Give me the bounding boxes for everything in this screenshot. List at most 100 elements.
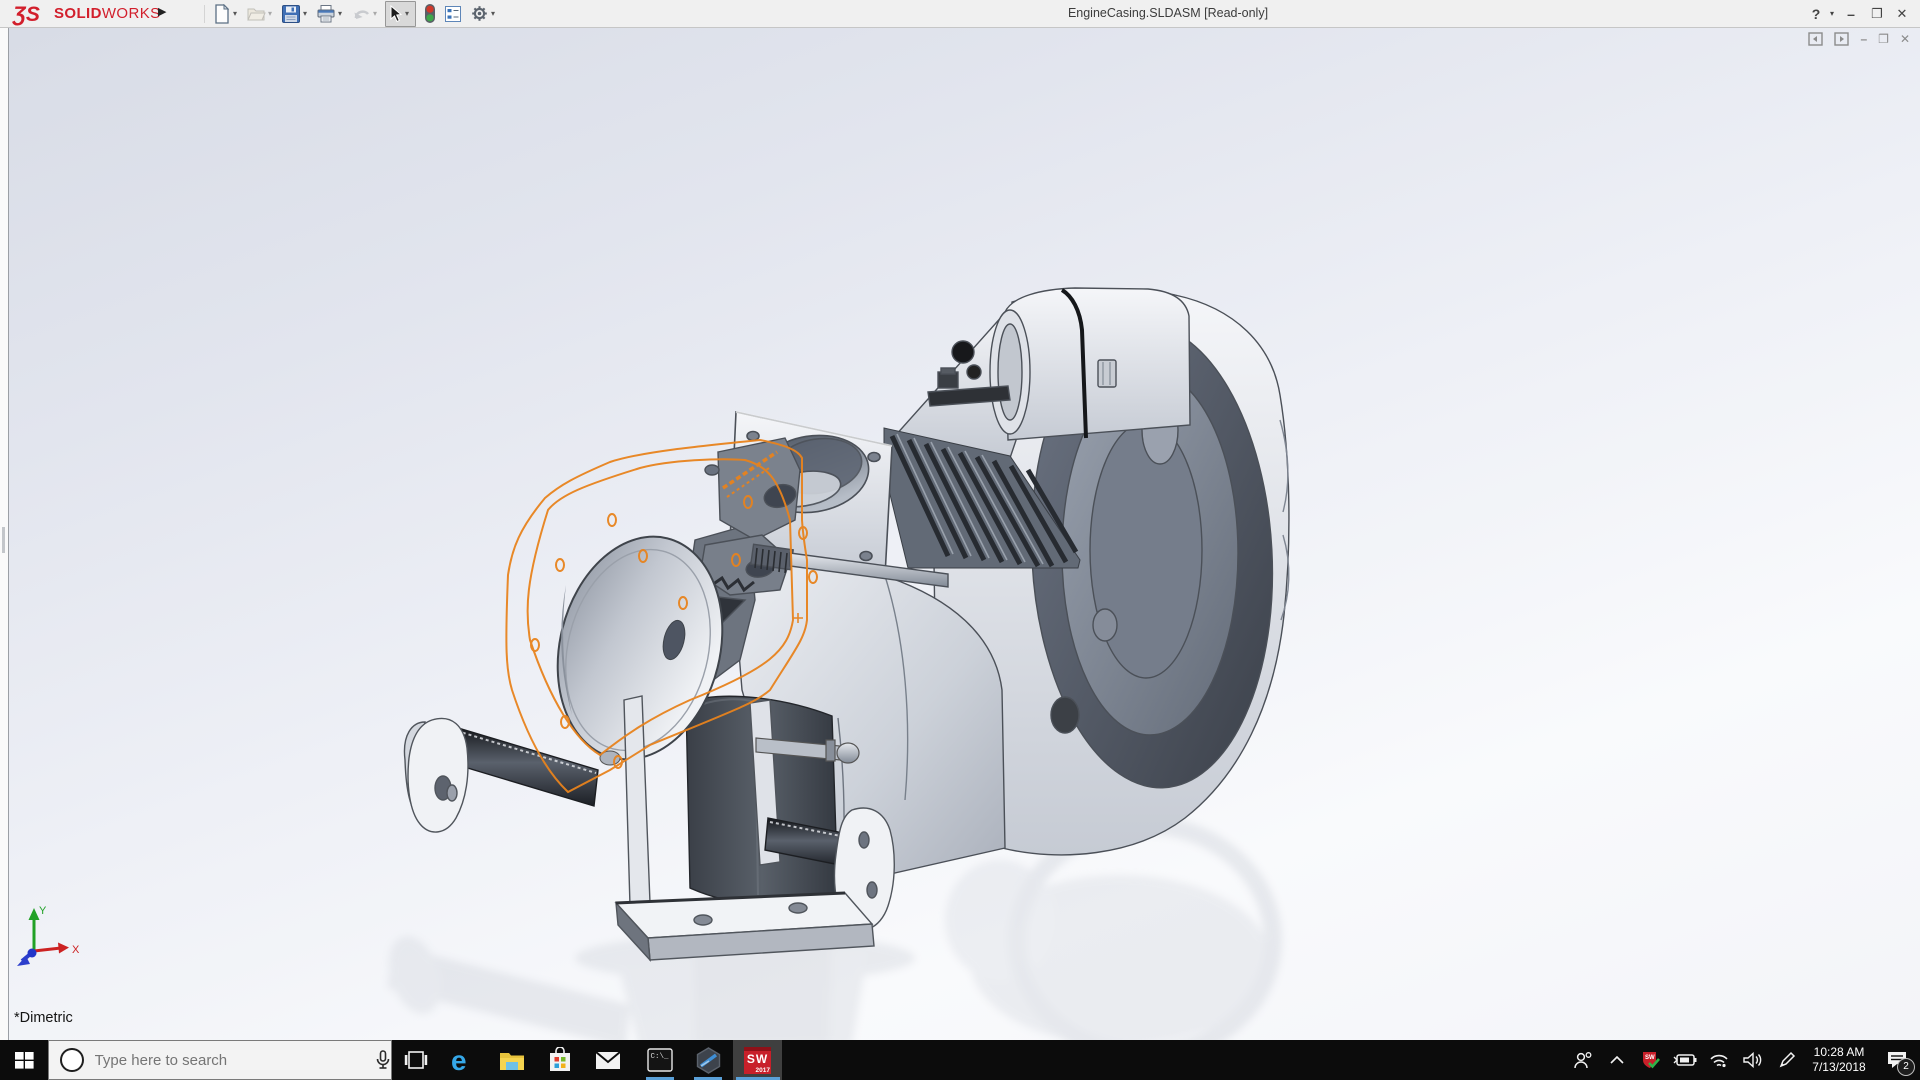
battery-plug-icon	[1673, 1053, 1697, 1067]
save-button[interactable]: ▾	[280, 2, 313, 26]
logo-text-works: WORKS	[102, 5, 161, 22]
taskbar-clock[interactable]: 10:28 AM 7/13/2018	[1806, 1045, 1872, 1075]
undo-dropdown[interactable]: ▾	[373, 9, 382, 18]
print-dropdown[interactable]: ▾	[338, 9, 347, 18]
open-dropdown[interactable]: ▾	[268, 9, 277, 18]
orientation-label: *Dimetric	[14, 1010, 73, 1026]
y-axis-label: Y	[39, 905, 47, 917]
svg-text:SW: SW	[1645, 1055, 1655, 1061]
document-title: EngineCasing.SLDASM [Read-only]	[1038, 6, 1298, 20]
doc-minimize-button[interactable]: –	[1860, 32, 1867, 46]
mail-icon	[595, 1051, 621, 1070]
window-controls: ? ▾ – ❐ ✕	[1806, 0, 1914, 27]
document-window-controls: – ❐ ✕	[1808, 32, 1910, 46]
right-pane-toggle-icon[interactable]	[1834, 32, 1849, 46]
file-explorer-icon	[499, 1050, 525, 1071]
select-dropdown[interactable]: ▾	[405, 9, 414, 18]
mail-button[interactable]	[584, 1040, 632, 1080]
new-document-button[interactable]: ▾	[212, 2, 243, 26]
solidworks-logo: ƷS SOLIDWORKS	[12, 1, 161, 26]
cortana-icon	[60, 1048, 84, 1072]
svg-text:e: e	[451, 1046, 467, 1074]
gear-icon	[470, 4, 489, 23]
pen-icon	[1778, 1051, 1796, 1069]
doc-close-button[interactable]: ✕	[1900, 32, 1910, 46]
undo-button[interactable]: ▾	[350, 2, 383, 26]
command-prompt-button[interactable]: C:\_	[636, 1040, 684, 1080]
wifi-icon	[1709, 1053, 1729, 1068]
options-button[interactable]: ▾	[469, 2, 501, 26]
svg-text:ƷS: ƷS	[12, 3, 40, 26]
undo-icon	[351, 5, 371, 23]
left-pane-toggle-icon[interactable]	[1808, 32, 1823, 46]
x-axis-arrow	[58, 943, 69, 954]
quick-access-toolbar: ▾ ▾ ▾	[198, 0, 502, 27]
file-explorer-button[interactable]	[488, 1040, 536, 1080]
store-icon	[548, 1047, 572, 1073]
help-button[interactable]: ?	[1806, 6, 1826, 22]
edge-icon: e	[450, 1046, 478, 1074]
power-button[interactable]	[1668, 1040, 1702, 1080]
open-button[interactable]: ▾	[245, 2, 278, 26]
help-dropdown[interactable]: ▾	[1826, 9, 1838, 18]
taskbar: e C:\_	[0, 1040, 1920, 1080]
hidden-icons-button[interactable]	[1600, 1040, 1634, 1080]
action-center-button[interactable]: 2	[1874, 1040, 1920, 1080]
taskbar-search[interactable]	[48, 1040, 392, 1080]
logo-text-solid: SOLID	[54, 5, 102, 22]
solidworks-logo-mark-icon: ƷS	[12, 2, 54, 26]
speaker-icon	[1743, 1052, 1763, 1068]
edge-button[interactable]: e	[440, 1040, 488, 1080]
volume-button[interactable]	[1736, 1040, 1770, 1080]
splitter-grip[interactable]	[2, 527, 5, 553]
new-document-icon	[213, 4, 231, 24]
hexagon-app-icon	[695, 1047, 722, 1074]
search-input[interactable]	[93, 1051, 342, 1070]
clock-date: 7/13/2018	[1806, 1060, 1872, 1075]
command-prompt-icon: C:\_	[647, 1048, 673, 1072]
doc-restore-button[interactable]: ❐	[1878, 32, 1889, 46]
chevron-up-icon	[1610, 1056, 1624, 1064]
options-dropdown[interactable]: ▾	[491, 9, 500, 18]
close-button[interactable]: ✕	[1890, 6, 1914, 22]
toolbar-separator	[204, 5, 205, 23]
solidworks-taskbar-button[interactable]: SW 2017	[733, 1040, 782, 1080]
notification-badge: 2	[1897, 1058, 1915, 1076]
svg-text:C:\_: C:\_	[651, 1053, 670, 1061]
people-button[interactable]	[1566, 1040, 1600, 1080]
print-button[interactable]: ▾	[315, 2, 348, 26]
network-button[interactable]	[1702, 1040, 1736, 1080]
windows-logo-icon	[15, 1052, 34, 1069]
solidworks-monitor-button[interactable]: SW	[1634, 1040, 1668, 1080]
solidworks-app-icon: SW 2017	[744, 1047, 771, 1074]
selection-traffic-light-button[interactable]	[423, 2, 437, 26]
save-icon	[281, 4, 301, 24]
people-icon	[1573, 1051, 1593, 1069]
toolbar-flyout-arrow[interactable]: ▶	[158, 5, 166, 18]
save-dropdown[interactable]: ▾	[303, 9, 312, 18]
restore-button[interactable]: ❐	[1864, 6, 1890, 22]
new-dropdown[interactable]: ▾	[233, 9, 242, 18]
x-axis-label: X	[72, 944, 80, 956]
title-bar: ƷS SOLIDWORKS ▶ ▾ ▾ ▾	[0, 0, 1920, 28]
engine-casing-model	[9, 27, 1920, 1040]
3d-viewport[interactable]: – ❐ ✕	[9, 27, 1920, 1040]
store-button[interactable]	[536, 1040, 584, 1080]
minimize-button[interactable]: –	[1838, 6, 1864, 22]
windows-ink-button[interactable]	[1770, 1040, 1804, 1080]
select-cursor-icon	[387, 5, 403, 23]
display-options-button[interactable]	[443, 2, 463, 26]
system-tray: SW	[1566, 1040, 1920, 1080]
y-axis-arrow	[29, 908, 40, 920]
sw-shield-check-icon: SW	[1641, 1050, 1661, 1070]
microphone-icon[interactable]	[375, 1050, 391, 1070]
start-button[interactable]	[0, 1040, 48, 1080]
select-button[interactable]: ▾	[385, 1, 416, 27]
orientation-triad[interactable]: Y X	[9, 898, 95, 978]
print-icon	[316, 4, 336, 24]
task-view-button[interactable]	[392, 1040, 440, 1080]
task-view-icon	[404, 1050, 428, 1070]
clock-time: 10:28 AM	[1806, 1045, 1872, 1060]
hexagon-app-button[interactable]	[684, 1040, 732, 1080]
feature-manager-splitter[interactable]	[0, 27, 9, 1040]
